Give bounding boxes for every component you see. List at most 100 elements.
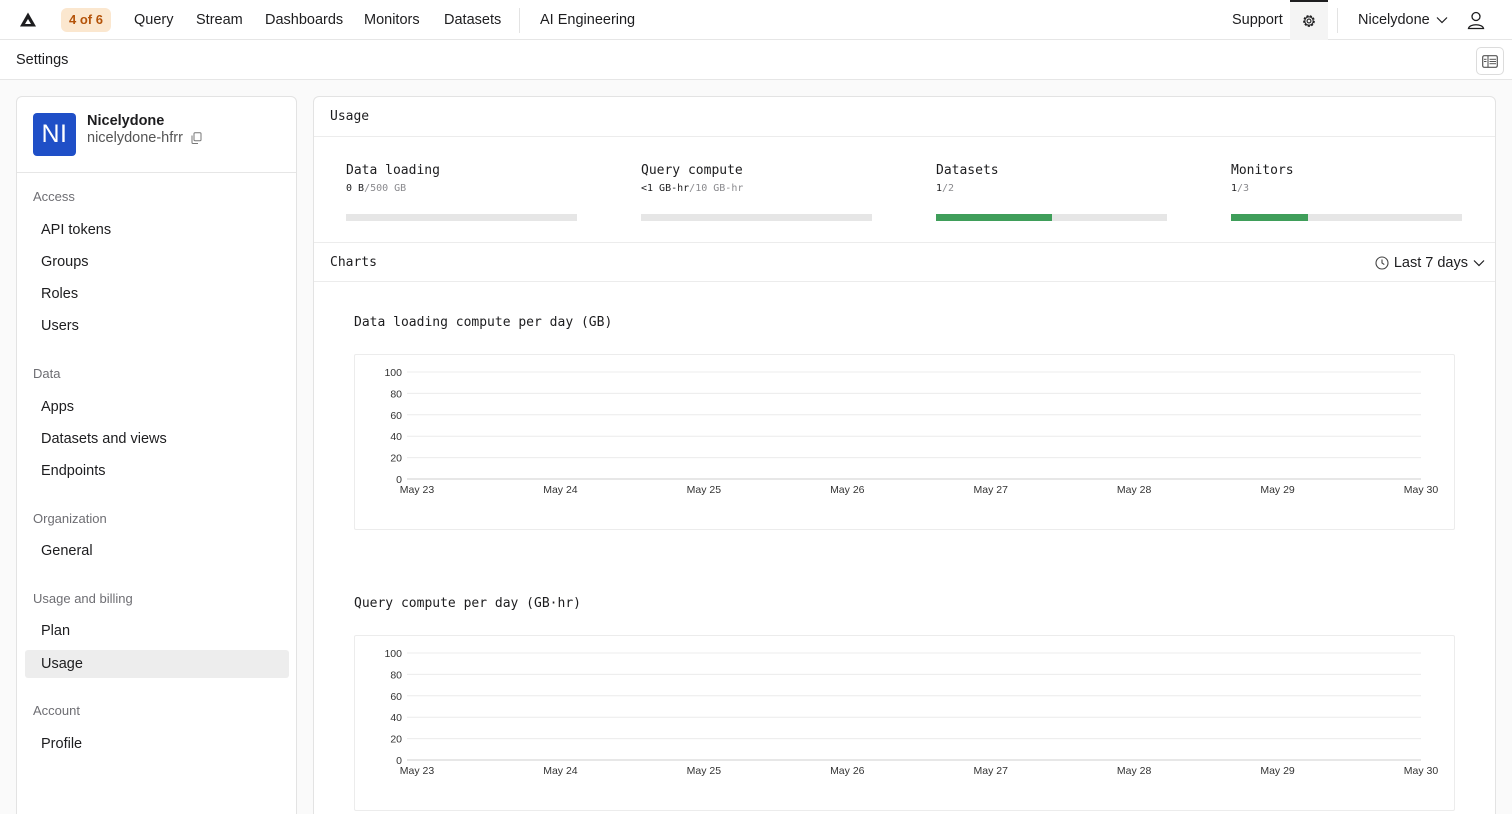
nav-query[interactable]: Query [134, 0, 174, 40]
x-tick-label: May 30 [1404, 484, 1439, 496]
y-tick-label: 40 [390, 431, 402, 443]
nav-ai-engineering[interactable]: AI Engineering [540, 0, 635, 40]
chart-title: Query compute per day (GB·hr) [354, 596, 581, 611]
sidebar-item-roles[interactable]: Roles [25, 280, 289, 308]
x-tick-label: May 25 [687, 765, 722, 777]
x-tick-label: May 27 [973, 765, 1008, 777]
usage-panel: Usage Data loading 0 B/500 GB Query comp… [313, 96, 1496, 814]
sidebar-item-usage[interactable]: Usage [25, 650, 289, 678]
sidebar-item-general[interactable]: General [25, 537, 289, 565]
x-tick-label: May 28 [1117, 765, 1152, 777]
org-menu-label: Nicelydone [1358, 12, 1430, 28]
sidebar-item-datasets-and-views[interactable]: Datasets and views [25, 425, 289, 453]
section-title-data: Data [33, 366, 61, 381]
page-header: Settings [0, 40, 1512, 80]
x-tick-label: May 23 [400, 765, 435, 777]
nav-stream[interactable]: Stream [196, 0, 243, 40]
axiom-logo-icon[interactable] [19, 11, 37, 29]
usage-card-value: 1/2 [936, 183, 1167, 194]
x-tick-label: May 28 [1117, 484, 1152, 496]
chart-plot: 020406080100May 23 May 24 May 25 May 26 May … [384, 648, 1439, 777]
x-tick-label: May 29 [1260, 765, 1295, 777]
usage-value: 0 B [346, 183, 365, 194]
nav-dashboards[interactable]: Dashboards [265, 0, 343, 40]
org-slug-text: nicelydone-hfrr [87, 130, 183, 146]
layout-toggle-button[interactable] [1476, 47, 1504, 75]
usage-limit: /10 GB-hr [689, 183, 744, 194]
sidebar-item-apps[interactable]: Apps [25, 393, 289, 421]
org-slug: nicelydone-hfrr [87, 130, 202, 146]
usage-value: <1 GB-hr [641, 183, 690, 194]
usage-header: Usage [314, 97, 1495, 137]
usage-card-label: Query compute [641, 163, 743, 178]
usage-card-value: 1/3 [1231, 183, 1462, 194]
x-tick-label: May 26 [830, 484, 865, 496]
nav-monitors[interactable]: Monitors [364, 0, 420, 40]
usage-progress-fill [1231, 214, 1308, 221]
sidebar-item-endpoints[interactable]: Endpoints [25, 457, 289, 485]
sidebar-item-plan[interactable]: Plan [25, 617, 289, 645]
y-tick-label: 40 [390, 712, 402, 724]
usage-card-datasets: Datasets 1/2 [936, 163, 1167, 221]
usage-card-data-loading: Data loading 0 B/500 GB [346, 163, 577, 221]
data-loading-chart: 0 20 40 60 80 100 May 23 May 24 May 25 May 26 May … [354, 354, 1455, 530]
y-tick-label: 60 [390, 691, 402, 703]
user-icon[interactable] [1466, 10, 1486, 30]
usage-limit: /3 [1237, 183, 1250, 194]
y-tick-label: 80 [390, 669, 402, 681]
charts-title: Charts [330, 255, 377, 270]
usage-progress-bar [641, 214, 872, 221]
nav-support[interactable]: Support [1232, 0, 1283, 40]
query-compute-chart: 0 20 40 60 80 100 May 23 May 24 May 25 May 26 May … [354, 635, 1455, 811]
table-layout-icon [1482, 54, 1498, 68]
x-tick-label: May 30 [1404, 765, 1439, 777]
usage-limit: /2 [942, 183, 955, 194]
sidebar-item-api-tokens[interactable]: API tokens [25, 216, 289, 244]
usage-card-label: Data loading [346, 163, 440, 178]
sidebar-item-profile[interactable]: Profile [25, 730, 289, 758]
clock-icon [1375, 256, 1389, 270]
org-menu[interactable]: Nicelydone [1358, 0, 1448, 40]
chevron-down-icon [1473, 260, 1485, 267]
usage-progress-fill [936, 214, 1052, 221]
chart-title: Data loading compute per day (GB) [354, 315, 613, 330]
x-tick-label: May 24 [543, 484, 578, 496]
copy-icon[interactable] [191, 132, 202, 144]
usage-progress-bar [346, 214, 577, 221]
trial-badge[interactable]: 4 of 6 [61, 8, 111, 32]
usage-title: Usage [330, 109, 370, 124]
nav-datasets[interactable]: Datasets [444, 0, 501, 40]
x-tick-label: May 29 [1260, 484, 1295, 496]
x-tick-label: May 27 [973, 484, 1008, 496]
settings-sidebar: NI Nicelydone nicelydone-hfrr Access API… [16, 96, 297, 814]
section-title-organization: Organization [33, 511, 107, 526]
time-range-label: Last 7 days [1393, 255, 1468, 271]
section-title-usage-and-billing: Usage and billing [33, 591, 133, 606]
usage-card-label: Monitors [1231, 163, 1294, 178]
settings-tab[interactable] [1290, 0, 1328, 40]
chevron-down-icon [1436, 17, 1448, 24]
y-tick-label: 100 [384, 648, 402, 660]
sidebar-item-users[interactable]: Users [25, 312, 289, 340]
usage-card-value: 0 B/500 GB [346, 183, 577, 194]
time-range-picker[interactable]: Last 7 days [1375, 243, 1485, 283]
y-tick-label: 60 [390, 410, 402, 422]
section-title-access: Access [33, 189, 75, 204]
nav-divider [519, 8, 520, 33]
top-nav: 4 of 6 Query Stream Dashboards Monitors … [0, 0, 1512, 40]
section-title-account: Account [33, 703, 80, 718]
org-avatar: NI [33, 113, 76, 156]
y-tick-label: 20 [390, 453, 402, 465]
org-header: NI Nicelydone nicelydone-hfrr [17, 97, 296, 173]
page-title: Settings [16, 52, 69, 68]
usage-card-monitors: Monitors 1/3 [1231, 163, 1462, 221]
chart-plot: 020406080100May 23 May 24 May 25 May 26 May … [384, 367, 1439, 496]
usage-progress-bar [1231, 214, 1462, 221]
y-tick-label: 100 [384, 367, 402, 379]
x-tick-label: May 24 [543, 765, 578, 777]
charts-header: Charts Last 7 days [314, 242, 1495, 282]
x-tick-label: May 26 [830, 765, 865, 777]
y-tick-label: 20 [390, 734, 402, 746]
sidebar-item-groups[interactable]: Groups [25, 248, 289, 276]
usage-card-value: <1 GB-hr/10 GB-hr [641, 183, 872, 194]
